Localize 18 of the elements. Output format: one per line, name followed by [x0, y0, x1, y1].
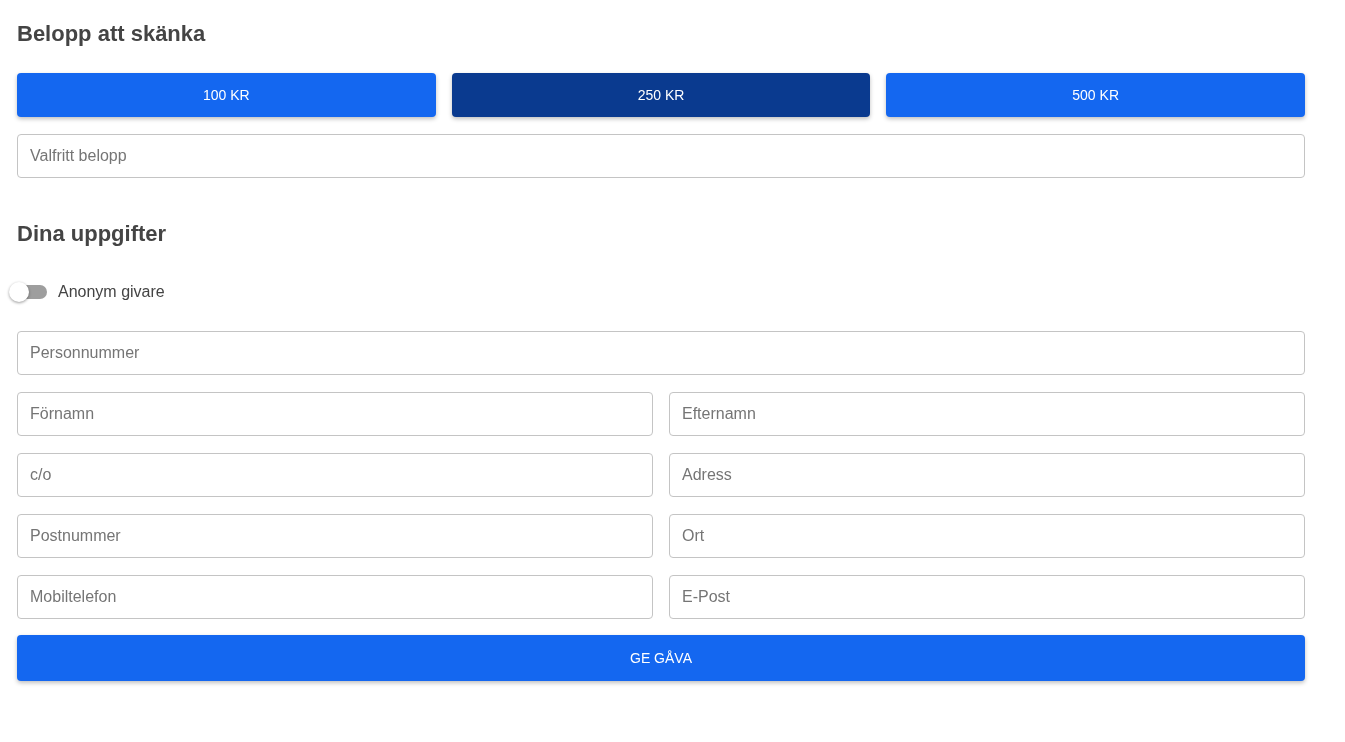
amount-button[interactable]: 250 KR [451, 73, 871, 117]
section-heading: Dina uppgifter [17, 220, 167, 248]
text-field[interactable]: Postnummer [17, 514, 653, 558]
text-field[interactable]: Ort [669, 514, 1305, 558]
amount-button[interactable]: 100 KR [17, 73, 436, 117]
text-field[interactable]: c/o [17, 453, 653, 497]
toggle-switch[interactable] [9, 282, 47, 302]
submit-button[interactable]: GE GÅVA [17, 635, 1305, 681]
section-heading: Belopp att skänka [17, 20, 206, 48]
amount-field[interactable]: Valfritt belopp [17, 134, 1305, 178]
text-field[interactable]: Mobiltelefon [17, 575, 653, 619]
text-field[interactable]: Adress [669, 453, 1305, 497]
amount-button[interactable]: 500 KR [886, 73, 1305, 117]
text-field[interactable]: Förnamn [17, 392, 653, 436]
text-field[interactable]: E-Post [669, 575, 1305, 619]
text-field[interactable]: Personnummer [17, 331, 1305, 375]
toggle-label: Anonym givare [58, 282, 165, 302]
text-field[interactable]: Efternamn [669, 392, 1305, 436]
